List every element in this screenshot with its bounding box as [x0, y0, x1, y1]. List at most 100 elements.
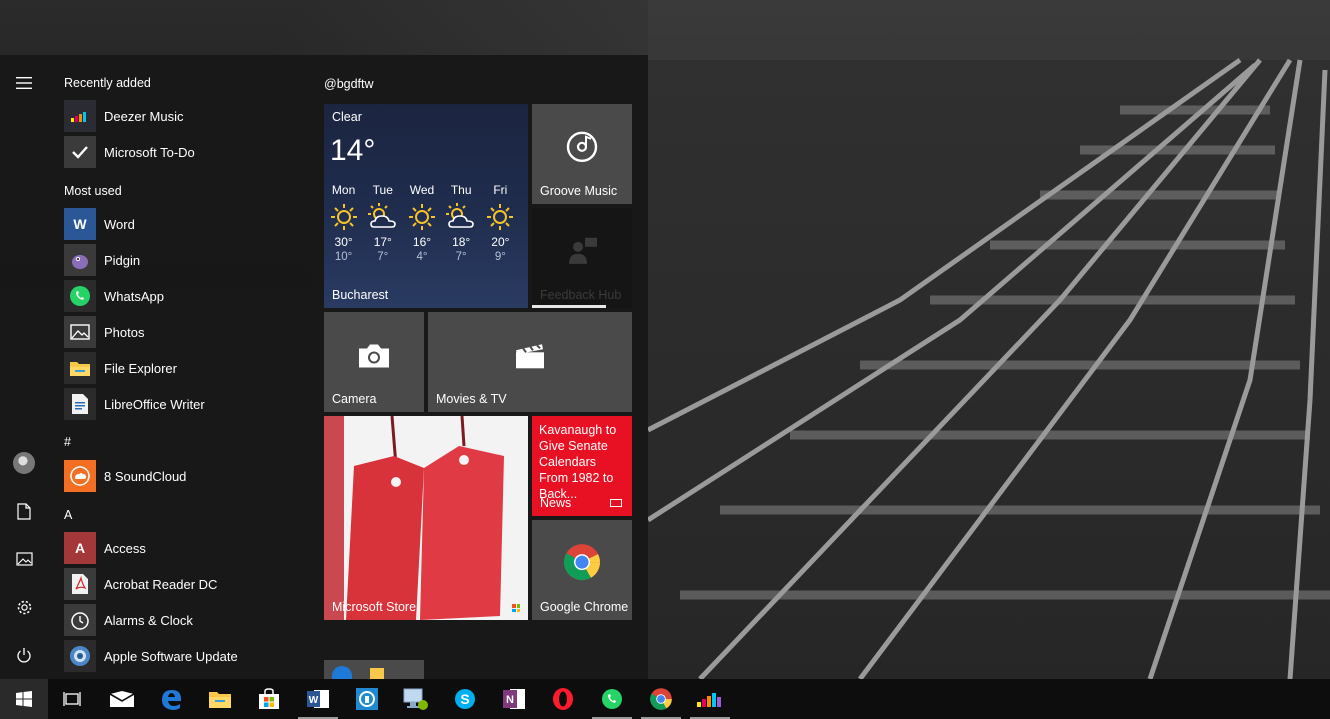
app-alarms-clock[interactable]: Alarms & Clock — [64, 602, 304, 638]
taskbar-store[interactable] — [245, 679, 293, 719]
edge-icon — [332, 666, 352, 679]
start-button[interactable] — [0, 679, 48, 719]
apple-update-icon — [64, 640, 96, 672]
settings-button[interactable] — [0, 583, 48, 631]
whatsapp-icon — [64, 280, 96, 312]
groove-music-tile[interactable]: Groove Music — [532, 104, 632, 204]
weather-condition: Clear — [332, 110, 362, 124]
tile-group-title[interactable]: @bgdftw — [324, 77, 374, 91]
tiles-area: @bgdftw Clear 14° Mon 30° 10° Tue 17° 7°… — [324, 55, 644, 679]
hash-header[interactable]: # — [64, 435, 71, 449]
app-whatsapp[interactable]: WhatsApp — [64, 278, 304, 314]
keepass-icon — [356, 688, 378, 710]
app-photos[interactable]: Photos — [64, 314, 304, 350]
google-chrome-tile[interactable]: Google Chrome — [532, 520, 632, 620]
news-headline: Kavanaugh to Give Senate Calendars From … — [539, 423, 617, 501]
forecast-day: Thu 18° 7° — [442, 183, 481, 263]
app-label: Deezer Music — [104, 108, 184, 124]
news-icon — [610, 499, 622, 507]
app-word[interactable]: W Word — [64, 206, 304, 242]
taskbar-mail[interactable] — [98, 679, 146, 719]
app-deezer-music[interactable]: Deezer Music — [64, 98, 304, 134]
app-libreoffice-writer[interactable]: LibreOffice Writer — [64, 386, 304, 422]
day-high: 17° — [373, 235, 392, 249]
day-name: Thu — [450, 183, 472, 197]
tile-label: News — [540, 496, 572, 510]
taskbar-onenote[interactable]: N — [490, 679, 538, 719]
app-label: Apple Software Update — [104, 648, 238, 664]
movies-tv-tile[interactable]: Movies & TV — [428, 312, 632, 412]
app-pidgin[interactable]: Pidgin — [64, 242, 304, 278]
app-label: WhatsApp — [104, 288, 164, 304]
app-access[interactable]: A Access — [64, 530, 304, 566]
taskbar-remote-desktop[interactable] — [392, 679, 440, 719]
app-soundcloud[interactable]: 8 SoundCloud — [64, 458, 304, 494]
day-low: 7° — [455, 251, 467, 263]
taskbar: W S N — [0, 679, 1330, 719]
libreoffice-writer-icon — [64, 388, 96, 420]
weather-tile[interactable]: Clear 14° Mon 30° 10° Tue 17° 7° Wed 16°… — [324, 104, 528, 308]
camera-tile[interactable]: Camera — [324, 312, 424, 412]
taskbar-skype[interactable]: S — [441, 679, 489, 719]
weather-temperature: 14° — [330, 134, 376, 167]
pidgin-icon — [64, 244, 96, 276]
app-file-explorer[interactable]: File Explorer — [64, 350, 304, 386]
access-icon: A — [64, 532, 96, 564]
app-label: LibreOffice Writer — [104, 396, 205, 412]
day-high: 18° — [452, 235, 471, 249]
taskbar-file-explorer[interactable] — [196, 679, 244, 719]
forecast-day: Wed 16° 4° — [402, 183, 441, 263]
app-label: Photos — [104, 324, 145, 340]
most-used-header: Most used — [64, 184, 122, 198]
a-header[interactable]: A — [64, 508, 72, 522]
documents-button[interactable] — [0, 487, 48, 535]
user-account-button[interactable] — [0, 439, 48, 487]
day-high: 30° — [334, 235, 353, 249]
tile-label: Groove Music — [540, 184, 618, 198]
app-label: Alarms & Clock — [104, 612, 193, 628]
partial-tile-group[interactable] — [324, 660, 424, 679]
sun-icon — [481, 199, 520, 235]
taskbar-opera[interactable] — [539, 679, 587, 719]
folder-icon — [370, 668, 384, 679]
app-list: Recently added Deezer Music Microsoft To… — [48, 55, 310, 679]
taskbar-edge[interactable] — [147, 679, 195, 719]
day-high: 16° — [412, 235, 432, 249]
feedback-hub-tile[interactable]: Feedback Hub — [532, 208, 632, 308]
taskbar-word[interactable]: W — [294, 679, 342, 719]
taskbar-whatsapp[interactable] — [588, 679, 636, 719]
svg-text:W: W — [309, 695, 319, 706]
app-apple-software-update[interactable]: Apple Software Update — [64, 638, 304, 674]
news-tile[interactable]: Kavanaugh to Give Senate Calendars From … — [532, 416, 632, 516]
microsoft-store-tile[interactable]: Microsoft Store — [324, 416, 528, 620]
mail-icon — [109, 691, 135, 707]
tile-label: Microsoft Store — [332, 600, 417, 614]
app-microsoft-to-do[interactable]: Microsoft To-Do — [64, 134, 304, 170]
sun-icon — [402, 199, 441, 235]
hamburger-button[interactable] — [0, 59, 48, 107]
taskbar-chrome[interactable] — [637, 679, 685, 719]
power-button[interactable] — [0, 631, 48, 679]
app-label: Pidgin — [104, 252, 141, 268]
app-label: Word — [104, 216, 135, 232]
forecast-day: Mon 30° 10° — [324, 183, 363, 263]
app-acrobat-reader-dc[interactable]: Acrobat Reader DC — [64, 566, 304, 602]
feedback-icon — [565, 234, 599, 273]
tile-label: Feedback Hub — [540, 288, 622, 302]
clapperboard-icon — [514, 340, 546, 375]
edge-icon — [162, 690, 181, 710]
pictures-button[interactable] — [0, 535, 48, 583]
documents-icon — [17, 502, 31, 520]
day-name: Wed — [409, 183, 435, 197]
tile-label: Camera — [332, 392, 377, 406]
deezer-icon — [697, 693, 721, 707]
app-label: 8 SoundCloud — [104, 468, 187, 484]
weather-forecast: Mon 30° 10° Tue 17° 7° Wed 16° 4° Thu 18… — [324, 183, 528, 263]
acrobat-icon — [64, 568, 96, 600]
forecast-day: Fri 20° 9° — [481, 183, 520, 263]
taskbar-keepass[interactable] — [343, 679, 391, 719]
store-promo-image — [324, 416, 528, 620]
task-view-button[interactable] — [48, 679, 96, 719]
whatsapp-icon — [602, 689, 622, 709]
taskbar-deezer[interactable] — [686, 679, 734, 719]
